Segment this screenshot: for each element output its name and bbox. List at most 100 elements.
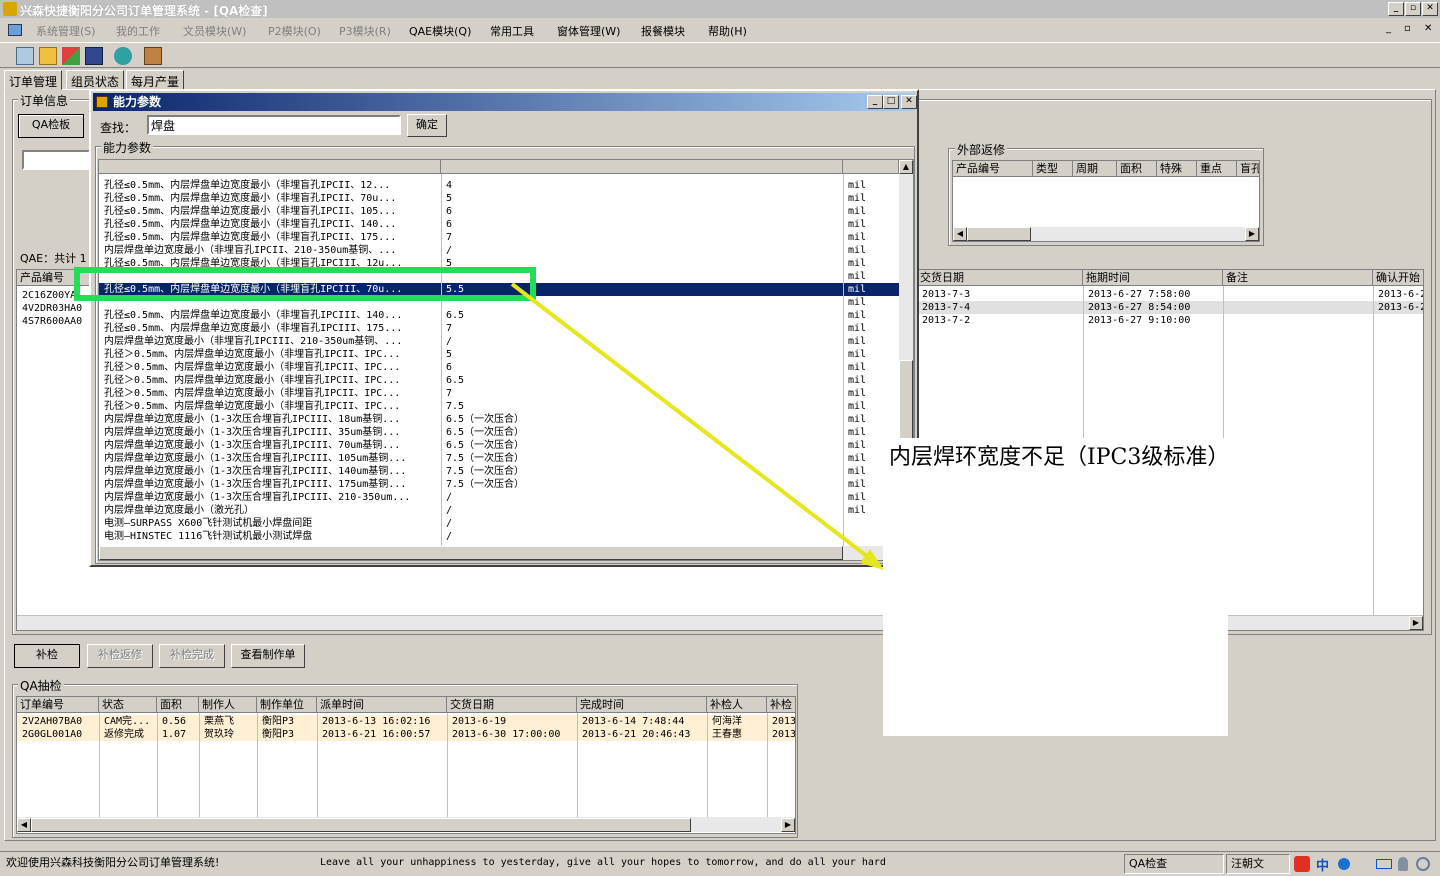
delay-time-header[interactable]: 拖期时间	[1083, 270, 1223, 286]
mdi-close-button[interactable]: ✕	[1424, 23, 1432, 34]
keyboard-icon[interactable]	[1376, 859, 1392, 869]
ext-type-header[interactable]: 类型	[1033, 161, 1073, 177]
filter-combo[interactable]	[22, 150, 90, 170]
capability-value-cell[interactable]: 6.5	[443, 374, 841, 387]
delivery-date-header[interactable]: 交货日期	[917, 270, 1083, 286]
capability-desc-cell[interactable]: 电测—HINSTEC 1116飞针测试机最小测试焊盘	[101, 530, 441, 543]
close-button[interactable]: ✕	[1422, 2, 1438, 16]
capability-value-cell[interactable]: 7.5（一次压合）	[443, 452, 841, 465]
search-input[interactable]	[147, 115, 401, 135]
capability-value-cell[interactable]: /	[443, 517, 841, 530]
scroll-left-button[interactable]: ◀	[17, 818, 31, 832]
qa-sampling-cell[interactable]: 2013-6-13 16:02:16	[319, 715, 447, 728]
capability-desc-cell[interactable]: 孔径≤0.5mm、内层焊盘单边宽度最小（非埋盲孔IPCIII、175...	[101, 322, 441, 335]
scroll-thumb[interactable]	[967, 227, 1031, 241]
tab-member-status[interactable]: 组员状态	[66, 70, 125, 90]
capability-unit-cell[interactable]: mil	[845, 413, 899, 426]
remark-header[interactable]: 备注	[1223, 270, 1373, 286]
qa-rechecker-header[interactable]: 补检人	[707, 697, 767, 713]
qa-sampling-cell[interactable]: 2013-6-21 16:00:57	[319, 728, 447, 741]
capability-value-cell[interactable]: 4	[443, 179, 841, 192]
scroll-thumb[interactable]	[99, 546, 843, 560]
ime-mode[interactable]: 中	[1316, 855, 1329, 874]
dialog-maximize-button[interactable]: □	[883, 95, 899, 109]
qa-order-header[interactable]: 订单编号	[17, 697, 99, 713]
capability-unit-cell[interactable]: mil	[845, 374, 899, 387]
capability-desc-cell[interactable]: 孔径≤0.5mm、内层焊盘单边宽度最小（非埋盲孔IPCII、70u...	[101, 192, 441, 205]
qa-sampling-cell[interactable]: 何海洋	[709, 715, 767, 728]
qa-sampling-cell[interactable]: 0.56	[159, 715, 199, 728]
unit-column-header[interactable]	[843, 160, 899, 174]
delivery-date-cell[interactable]: 2013-7-4	[919, 301, 970, 314]
scroll-thumb[interactable]	[31, 818, 691, 832]
qa-sampling-cell[interactable]: 2013-6-30 17:00:00	[449, 728, 577, 741]
qa-sampling-cell[interactable]: 贺玖玲	[201, 728, 257, 741]
delay-time-cell[interactable]: 2013-6-27 8:54:00	[1085, 301, 1190, 314]
capability-value-cell[interactable]: 7	[443, 322, 841, 335]
scroll-right-button[interactable]: ▶	[781, 818, 795, 832]
desc-column-header[interactable]	[99, 160, 441, 174]
qa-sampling-cell[interactable]: 1.07	[159, 728, 199, 741]
capability-desc-cell[interactable]: 内层焊盘单边宽度最小（非埋盲孔IPCII、210-350um基铜、...	[101, 244, 441, 257]
refresh-icon[interactable]	[114, 47, 132, 65]
menu-p2[interactable]: P2模块(O)	[268, 23, 321, 39]
capability-desc-cell[interactable]: 孔径＞0.5mm、内层焊盘单边宽度最小（非埋盲孔IPCII、IPC...	[101, 348, 441, 361]
capability-value-cell[interactable]: 7	[443, 231, 841, 244]
scroll-right-button[interactable]: ▶	[1409, 616, 1423, 630]
settings-icon[interactable]	[1416, 857, 1430, 871]
qa-sampling-cell[interactable]: CAM完...	[101, 715, 157, 728]
grid-icon[interactable]	[16, 47, 34, 65]
capability-unit-cell[interactable]: mil	[845, 296, 899, 309]
delay-time-cell[interactable]: 2013-6-27 9:10:00	[1085, 314, 1190, 327]
menu-system[interactable]: 系统管理(S)	[36, 23, 96, 39]
capability-unit-cell[interactable]: mil	[845, 348, 899, 361]
menu-clerk[interactable]: 文员模块(W)	[183, 23, 246, 39]
ext-key-header[interactable]: 重点	[1197, 161, 1237, 177]
capability-value-cell[interactable]: 7	[443, 387, 841, 400]
capability-value-cell[interactable]: /	[443, 491, 841, 504]
capability-value-cell[interactable]: /	[443, 244, 841, 257]
capability-desc-cell[interactable]: 孔径≤0.5mm、内层焊盘单边宽度最小（非埋盲孔IPCII、105...	[101, 205, 441, 218]
capability-desc-cell[interactable]: 内层焊盘单边宽度最小（1-3次压合埋盲孔IPCIII、70um基铜...	[101, 439, 441, 452]
capability-value-cell[interactable]: 7.5	[443, 400, 841, 413]
capability-desc-cell[interactable]: 孔径≤0.5mm、内层焊盘单边宽度最小（非埋盲孔IPCII、175...	[101, 231, 441, 244]
menu-p3[interactable]: P3模块(R)	[339, 23, 391, 39]
confirm-start-cell[interactable]: 2013-6-2	[1375, 288, 1423, 301]
capability-unit-cell[interactable]: mil	[845, 270, 899, 283]
minimize-button[interactable]: _	[1388, 2, 1404, 16]
capability-value-cell[interactable]: 5	[443, 257, 841, 270]
confirm-start-cell[interactable]: 2013-6-2	[1375, 301, 1423, 314]
qa-dispatch-header[interactable]: 派单时间	[317, 697, 447, 713]
capability-desc-cell[interactable]: 内层焊盘单边宽度最小（1-3次压合埋盲孔IPCIII、35um基铜...	[101, 426, 441, 439]
user-icon[interactable]	[1398, 857, 1408, 871]
qa-sampling-cell[interactable]: 2013-6-14 7:48:44	[579, 715, 707, 728]
delivery-date-cell[interactable]: 2013-7-3	[919, 288, 970, 301]
tab-order-management[interactable]: 订单管理	[4, 70, 63, 90]
folder-icon[interactable]	[39, 47, 57, 65]
ext-area-header[interactable]: 面积	[1117, 161, 1157, 177]
qa-status-header[interactable]: 状态	[99, 697, 157, 713]
capability-value-cell[interactable]: 6	[443, 361, 841, 374]
capability-value-cell[interactable]: 5.5	[443, 283, 841, 296]
confirm-start-header[interactable]: 确认开始	[1373, 270, 1423, 286]
capability-desc-cell[interactable]: 内层焊盘单边宽度最小（1-3次压合埋盲孔IPCIII、18um基铜...	[101, 413, 441, 426]
view-job-button[interactable]: 查看制作单	[231, 644, 305, 668]
capability-value-cell[interactable]: 6.5（一次压合）	[443, 413, 841, 426]
capability-desc-cell[interactable]: 孔径≤0.5mm、内层焊盘单边宽度最小（非埋盲孔IPCIII、70u...	[101, 283, 441, 296]
qa-sampling-cell[interactable]: 2G0GL001A0	[19, 728, 99, 741]
capability-value-cell[interactable]: 6.5（一次压合）	[443, 426, 841, 439]
capability-unit-cell[interactable]: mil	[845, 309, 899, 322]
restore-button[interactable]: ▫	[1405, 2, 1421, 16]
qa-sampling-cell[interactable]: 2013-6-21 20:46:43	[579, 728, 707, 741]
qa-sampling-grid[interactable]: 订单编号 状态 面积 制作人 制作单位 派单时间 交货日期 完成时间 补检人 补…	[16, 696, 796, 834]
capability-desc-cell[interactable]: 电测—SURPASS X600飞针测试机最小焊盘间距	[101, 517, 441, 530]
qa-sampling-cell[interactable]: 2013-6-19	[449, 715, 577, 728]
capability-unit-cell[interactable]: mil	[845, 205, 899, 218]
capability-value-cell[interactable]: 6	[443, 205, 841, 218]
delay-time-cell[interactable]: 2013-6-27 7:58:00	[1085, 288, 1190, 301]
capability-unit-cell[interactable]: mil	[845, 179, 899, 192]
capability-unit-cell[interactable]: mil	[845, 231, 899, 244]
menu-meal[interactable]: 报餐模块	[641, 23, 685, 39]
qa-sampling-cell[interactable]: 衡阳P3	[259, 715, 317, 728]
qa-delivery-header[interactable]: 交货日期	[447, 697, 577, 713]
